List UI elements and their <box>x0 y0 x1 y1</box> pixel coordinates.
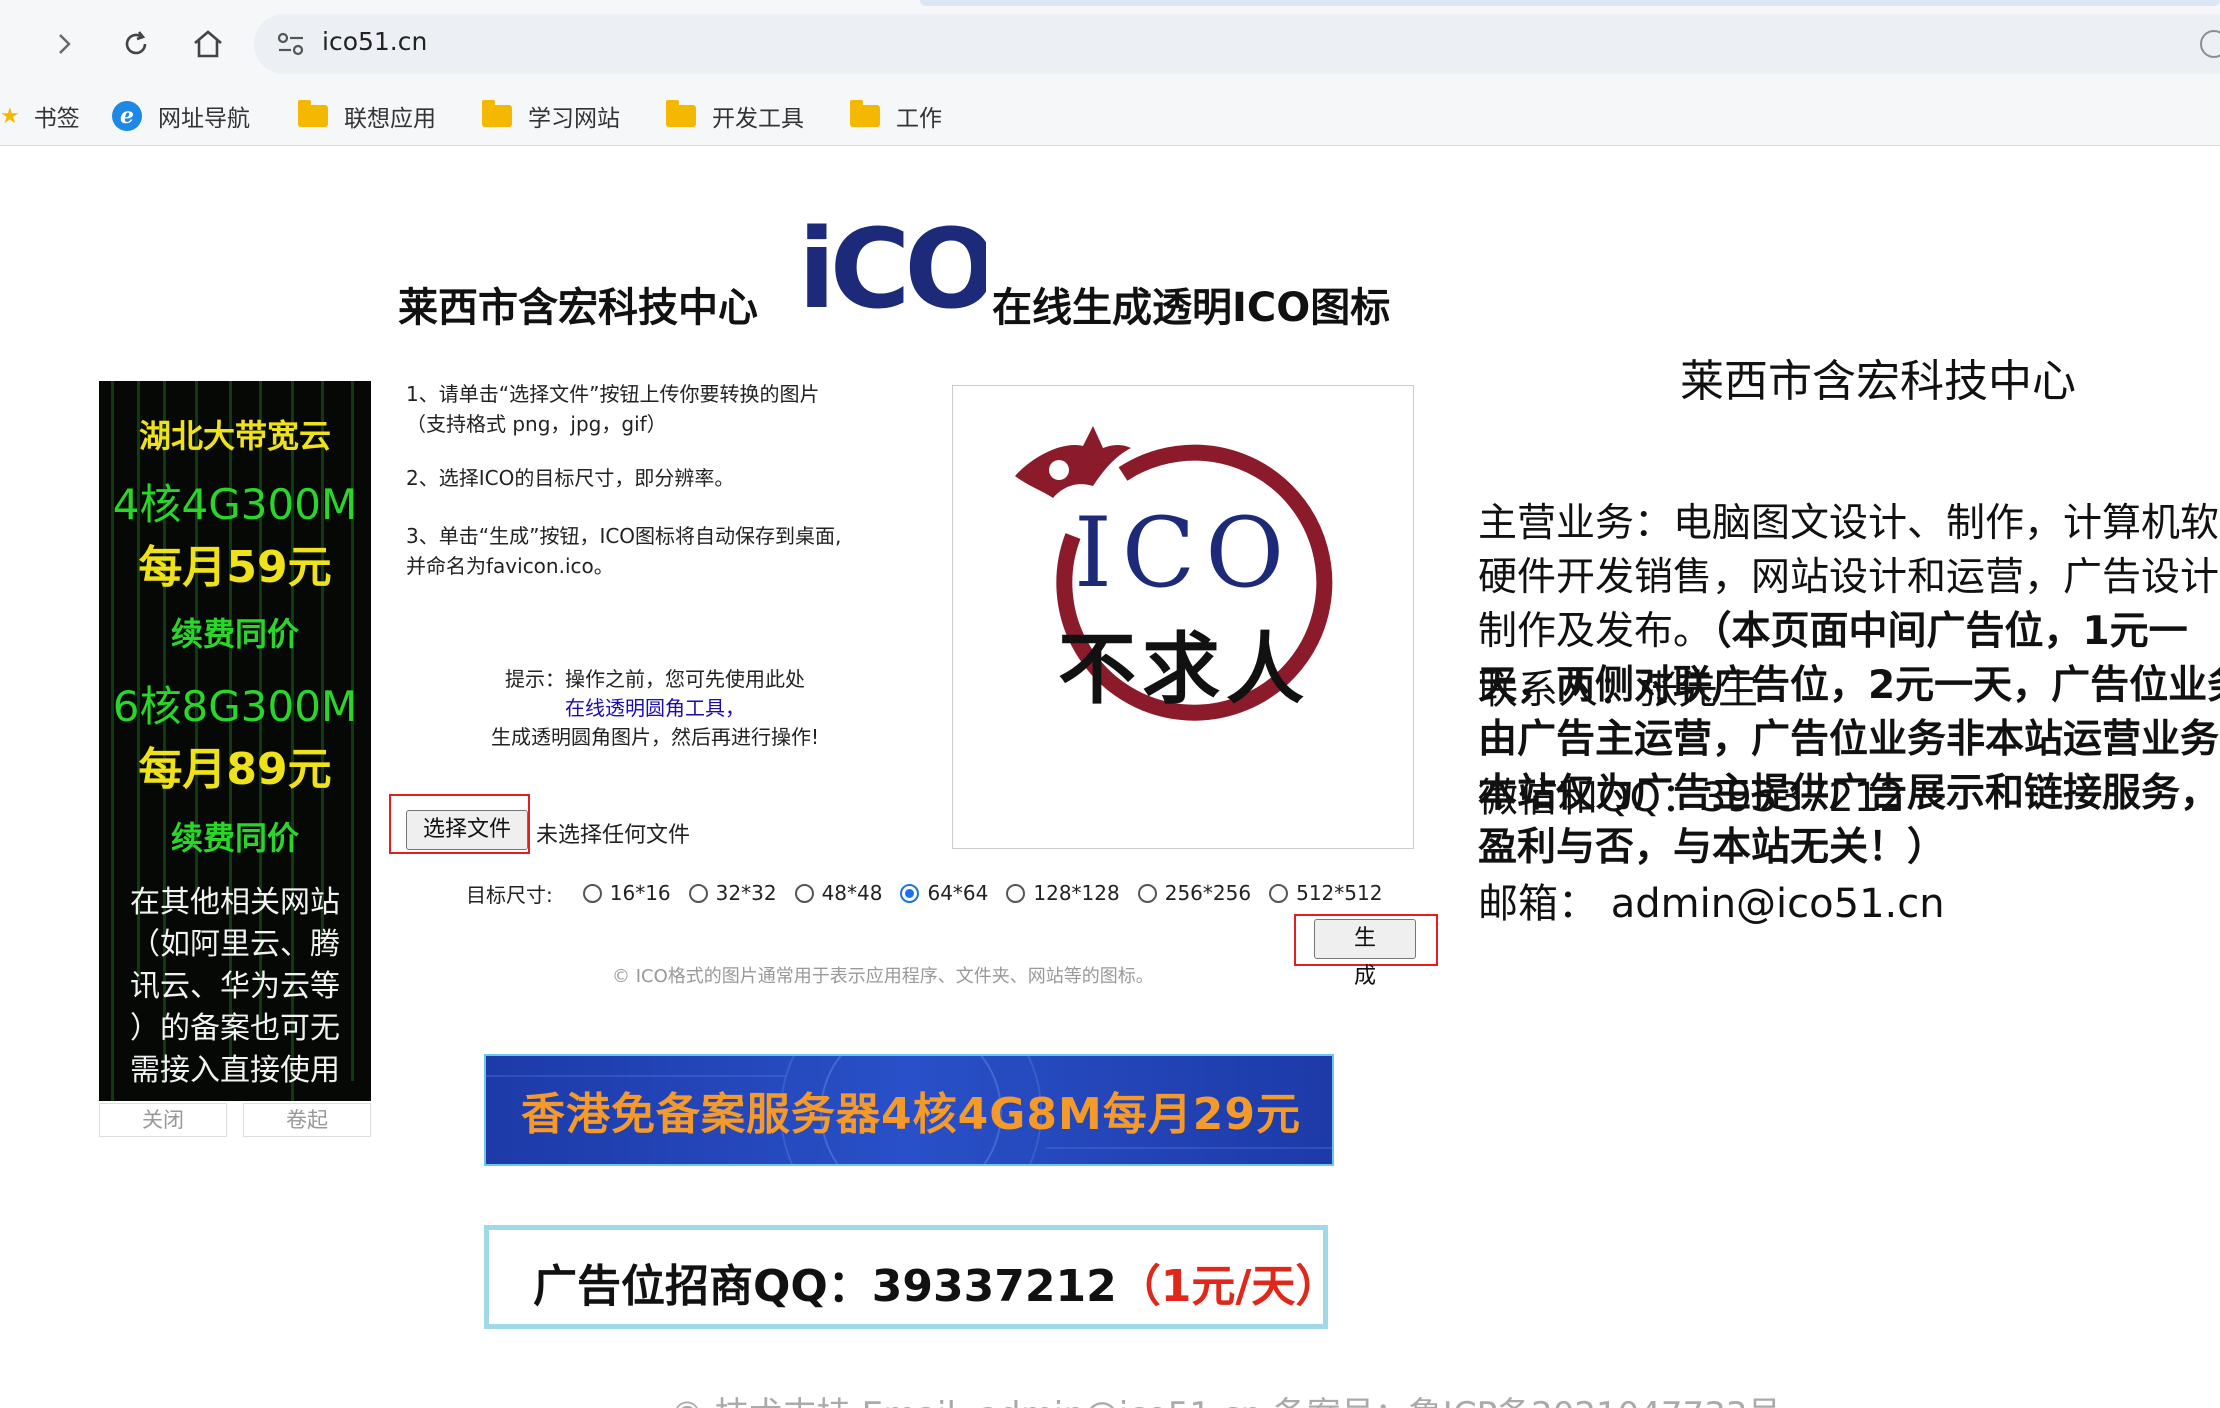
ad-line: （如阿里云、腾 <box>130 927 340 962</box>
ad-line: 需接入直接使用 <box>130 1053 340 1088</box>
ad-line: ）的备案也可无 <box>130 1011 340 1046</box>
svg-text:ICO: ICO <box>1074 497 1294 609</box>
ad-line: 6核8G300M <box>112 682 358 731</box>
radio-48[interactable] <box>794 883 814 903</box>
page-title-right: 在线生成透明ICO图标 <box>992 285 1391 331</box>
contact-wechat-qq: 微信和QQ：39337212 <box>1478 775 1905 821</box>
bookmark-folder-study[interactable]: 学习网站 <box>482 96 620 136</box>
url-text[interactable]: ico51.cn <box>322 27 427 56</box>
tab-strip-edge <box>920 0 2220 6</box>
star-icon: ★ <box>0 103 20 129</box>
radio-256[interactable] <box>1137 883 1157 903</box>
rounded-corner-tool-link[interactable]: 在线透明圆角工具， <box>565 696 745 720</box>
ad-line: 每月89元 <box>138 744 332 795</box>
folder-icon <box>666 100 696 127</box>
contact-person: 联系人：张先生 <box>1478 667 1758 713</box>
footer-text: © 技术支持 Email: admin@ico51.cn 备案号：鲁ICP备20… <box>670 1387 1781 1408</box>
preview-image: ICO 不求人 <box>1015 426 1333 721</box>
ad-line: 每月59元 <box>138 542 332 593</box>
page-content: 莱西市含宏科技中心 iCO 在线生成透明ICO图标 湖北大带宽云 4核4G300… <box>0 147 2220 1408</box>
hint-text: 提示：操作之前，您可先使用此处 在线透明圆角工具， 生成透明圆角图片，然后再进行… <box>490 667 820 749</box>
bookmark-folder-lenovo[interactable]: 联想应用 <box>298 96 436 136</box>
file-status: 未选择任何文件 <box>536 823 691 848</box>
ad-line: 续费同价 <box>170 819 299 857</box>
left-ad-controls: 关闭 卷起 <box>99 1103 371 1137</box>
site-settings-icon[interactable] <box>276 30 306 58</box>
radio-128[interactable] <box>1006 883 1026 903</box>
folder-icon <box>850 100 880 127</box>
bookmark-nav[interactable]: e 网址导航 <box>112 96 250 136</box>
size-label: 目标尺寸: <box>466 882 553 907</box>
reload-icon <box>125 31 147 55</box>
right-panel-title: 莱西市含宏科技中心 <box>1680 356 2076 407</box>
bookmark-label: 书签 <box>33 106 80 132</box>
ad-line: 讯云、华为云等 <box>130 969 340 1004</box>
chevron-right-icon <box>59 34 71 54</box>
forward-button[interactable] <box>42 22 86 66</box>
copyright-note: © ICO格式的图片通常用于表示应用程序、文件夹、网站等的图标。 <box>612 966 1154 987</box>
ad-line: 在其他相关网站 <box>130 885 340 920</box>
generate-button[interactable]: 生 成 <box>1314 919 1416 989</box>
ico-logo: iCO <box>798 207 986 327</box>
browser-logo-icon: e <box>112 101 142 131</box>
folder-icon <box>482 100 512 127</box>
crown-icon <box>1015 426 1131 498</box>
folder-icon <box>298 100 328 127</box>
radio-64[interactable] <box>900 883 920 903</box>
bookmark-bookmarks[interactable]: ★ 书签 <box>0 96 80 136</box>
ad-close-button[interactable]: 关闭 <box>99 1103 227 1137</box>
hk-server-banner-ad[interactable]: 香港免备案服务器4核4G8M每月29元 <box>484 1054 1334 1166</box>
bookmark-label: 工作 <box>896 106 942 132</box>
bookmark-label: 网址导航 <box>158 106 250 132</box>
contact-email: 邮箱： admin@ico51.cn <box>1478 881 1945 927</box>
ad-line: 湖北大带宽云 <box>138 417 331 455</box>
address-bar[interactable]: ico51.cn <box>254 14 2220 74</box>
bookmark-label: 学习网站 <box>528 106 620 132</box>
radio-512[interactable] <box>1269 883 1289 903</box>
radio-16[interactable] <box>582 883 602 903</box>
target-size-group: 目标尺寸: 16*16 32*32 48*48 64*64 128*128 25… <box>466 875 1382 911</box>
bookmark-folder-work[interactable]: 工作 <box>850 96 942 136</box>
bookmark-label: 开发工具 <box>712 106 804 132</box>
instruction-step3: 3、单击“生成”按钮，ICO图标将自动保存到桌面, 并命名为favicon.ic… <box>406 524 842 578</box>
ad-collapse-button[interactable]: 卷起 <box>243 1103 371 1137</box>
home-button[interactable] <box>186 22 230 66</box>
ad-line: 续费同价 <box>170 615 299 653</box>
left-side-ad[interactable]: 湖北大带宽云 4核4G300M 每月59元 续费同价 6核8G300M 每月89… <box>99 381 371 1101</box>
reload-button[interactable] <box>114 22 158 66</box>
ad-line: 4核4G300M <box>112 480 358 529</box>
browser-toolbar: ico51.cn <box>0 0 2220 86</box>
bookmark-label: 联想应用 <box>344 106 436 132</box>
instruction-step2: 2、选择ICO的目标尺寸，即分辨率。 <box>406 466 735 490</box>
zoom-icon[interactable] <box>2200 30 2220 58</box>
choose-file-button[interactable]: 选择文件 <box>406 810 528 850</box>
instruction-step1: 1、请单击“选择文件”按钮上传你要转换的图片 （支持格式 png，jpg，gif… <box>406 382 820 436</box>
page-title-left: 莱西市含宏科技中心 <box>398 285 758 331</box>
bookmarks-bar: ★ 书签 e 网址导航 联想应用 学习网站 开发工具 工作 <box>0 86 2220 146</box>
ad-space-banner[interactable]: 广告位招商QQ：39337212（1元/天） <box>484 1225 1339 1329</box>
radio-32[interactable] <box>688 883 708 903</box>
icon-preview: ICO 不求人 <box>952 385 1414 849</box>
svg-text:iCO: iCO <box>798 207 986 327</box>
home-icon <box>194 30 222 58</box>
svg-text:不求人: 不求人 <box>1058 624 1310 715</box>
ad-space-text: 广告位招商QQ：39337212（1元/天） <box>533 1261 1340 1312</box>
hk-banner-text: 香港免备案服务器4核4G8M每月29元 <box>521 1089 1301 1140</box>
bookmark-folder-devtools[interactable]: 开发工具 <box>666 96 804 136</box>
